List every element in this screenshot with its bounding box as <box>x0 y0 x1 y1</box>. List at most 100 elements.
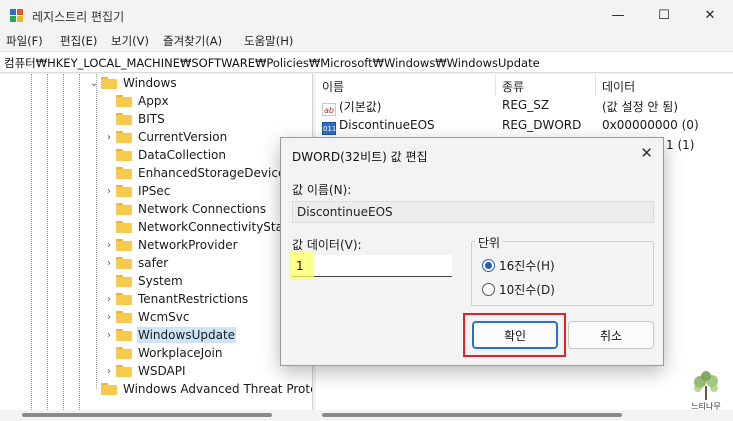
chevron-right-icon[interactable]: › <box>102 330 116 341</box>
tree-item-label: NetworkConnectivityStatus <box>138 220 302 234</box>
chevron-right-icon[interactable]: › <box>102 132 116 143</box>
value-type: REG_DWORD <box>502 118 582 132</box>
list-item[interactable]: 011 DiscontinueEOS REG_DWORD 0x00000000 (… <box>316 117 733 135</box>
tree-item-label: EnhancedStorageDevices <box>138 166 292 180</box>
folder-icon <box>101 77 117 89</box>
tree-guide-line <box>96 74 97 389</box>
scrollbar-thumb[interactable] <box>22 413 272 417</box>
column-header-data[interactable]: 데이터 <box>596 74 733 96</box>
tree-item-label: WorkplaceJoin <box>138 346 223 360</box>
tree-item-tenantrestrictions[interactable]: › TenantRestrictions <box>102 290 249 308</box>
chevron-right-icon[interactable]: › <box>102 366 116 377</box>
maximize-button[interactable]: ☐ <box>641 0 687 31</box>
edit-dword-dialog[interactable]: DWORD(32비트) 값 편집 ✕ 값 이름(N): DiscontinueE… <box>280 137 664 366</box>
address-bar[interactable]: 컴퓨터₩HKEY_LOCAL_MACHINE₩SOFTWARE₩Policies… <box>0 51 733 73</box>
tree-horizontal-scrollbar[interactable] <box>0 410 313 421</box>
tree-item-datacollection[interactable]: DataCollection <box>102 146 227 164</box>
tree-item-networkprovider[interactable]: › NetworkProvider <box>102 236 239 254</box>
scrollbar-thumb[interactable] <box>322 413 622 417</box>
menu-favorites[interactable]: 즐겨찾기(A) <box>163 33 222 49</box>
folder-icon <box>116 275 132 287</box>
dialog-title: DWORD(32비트) 값 편집 <box>292 150 428 164</box>
minimize-button[interactable]: — <box>595 0 641 31</box>
tree-item-label: WcmSvc <box>138 310 190 324</box>
tree-item-windows[interactable]: ⌄ Windows <box>87 74 178 92</box>
chevron-down-icon[interactable]: ⌄ <box>87 78 101 89</box>
tree-item-appx[interactable]: Appx <box>102 92 170 110</box>
radio-checked-icon[interactable] <box>482 259 495 272</box>
folder-icon <box>116 149 132 161</box>
close-button[interactable]: ✕ <box>687 0 733 31</box>
value-name: (기본값) <box>339 100 382 114</box>
column-header-name[interactable]: 이름 <box>316 74 496 96</box>
tree-item-windowsupdate[interactable]: › WindowsUpdate <box>102 326 237 344</box>
column-header-type[interactable]: 종류 <box>496 74 596 96</box>
tree-item-label: NetworkProvider <box>138 238 238 252</box>
tree-item-label: Network Connections <box>138 202 267 216</box>
watermark-text: 느티나무 <box>691 402 720 411</box>
tree-item-label: IPSec <box>138 184 171 198</box>
value-data-partial: 1 (1) <box>666 138 695 152</box>
folder-open-icon <box>116 329 132 341</box>
tree-item-label: BITS <box>138 112 165 126</box>
address-path: 컴퓨터₩HKEY_LOCAL_MACHINE₩SOFTWARE₩Policies… <box>4 56 540 70</box>
tree-item-label: WSDAPI <box>138 364 186 378</box>
tree-guide-line <box>79 74 80 410</box>
tree-item-ipsec[interactable]: › IPSec <box>102 182 171 200</box>
tree-item-workplacejoin[interactable]: WorkplaceJoin <box>102 344 224 362</box>
cancel-button[interactable]: 취소 <box>568 321 654 349</box>
tree-item-bits[interactable]: BITS <box>102 110 166 128</box>
tree-item-label: DataCollection <box>138 148 227 162</box>
tree-item-networkconnectivitystatus[interactable]: NetworkConnectivityStatus <box>102 218 303 236</box>
tree-item-system[interactable]: System <box>102 272 184 290</box>
radio-unchecked-icon[interactable] <box>482 283 495 296</box>
value-name-label: 값 이름(N): <box>292 183 352 197</box>
folder-icon <box>116 221 132 233</box>
tree-item-currentversion[interactable]: › CurrentVersion <box>102 128 228 146</box>
menu-view[interactable]: 보기(V) <box>111 33 149 49</box>
folder-icon <box>116 185 132 197</box>
list-item[interactable]: ab (기본값) REG_SZ (값 설정 안 됨) <box>316 97 733 116</box>
folder-icon <box>101 383 117 395</box>
key-tree-pane[interactable]: ⌄ Windows Appx BITS › CurrentVersion Dat… <box>0 74 313 410</box>
folder-icon <box>116 167 132 179</box>
base-group-title: 단위 <box>475 234 504 251</box>
tree-guide-line <box>47 74 48 410</box>
folder-icon <box>116 293 132 305</box>
menu-bar: 파일(F) 편집(E) 보기(V) 즐겨찾기(A) 도움말(H) <box>0 31 733 51</box>
value-type: REG_SZ <box>502 98 550 112</box>
tree-item-label: CurrentVersion <box>138 130 228 144</box>
chevron-right-icon[interactable]: › <box>102 258 116 269</box>
tree-watermark-logo: 느티나무 <box>691 371 721 411</box>
folder-icon <box>116 239 132 251</box>
tree-item-label: Appx <box>138 94 169 108</box>
folder-icon <box>116 95 132 107</box>
radio-hexadecimal[interactable]: 16진수(H) <box>482 257 555 274</box>
folder-icon <box>116 257 132 269</box>
chevron-right-icon[interactable]: › <box>102 240 116 251</box>
tree-item-wsdapi[interactable]: › WSDAPI <box>102 362 187 380</box>
menu-file[interactable]: 파일(F) <box>6 33 43 49</box>
value-data-input[interactable] <box>292 255 452 277</box>
menu-edit[interactable]: 편집(E) <box>60 33 97 49</box>
chevron-right-icon[interactable]: › <box>102 186 116 197</box>
tree-item-wcmsvc[interactable]: › WcmSvc <box>102 308 190 326</box>
ok-button[interactable]: 확인 <box>472 321 558 349</box>
tree-item-safer[interactable]: › safer <box>102 254 169 272</box>
list-horizontal-scrollbar[interactable] <box>316 410 733 421</box>
radio-label: 10진수(D) <box>499 283 555 297</box>
value-name-cell: ab (기본값) <box>322 98 381 116</box>
tree-item-enhancedstoragedevices[interactable]: EnhancedStorageDevices <box>102 164 293 182</box>
registry-editor-icon <box>10 9 24 23</box>
tree-guide-line <box>31 74 32 410</box>
value-data: 0x00000000 (0) <box>602 118 699 132</box>
tree-item-network-connections[interactable]: Network Connections <box>102 200 267 218</box>
tree-item-windows-advanced-threat-protection[interactable]: Windows Advanced Threat Prote <box>87 380 312 398</box>
dialog-close-button[interactable]: ✕ <box>640 144 653 162</box>
menu-help[interactable]: 도움말(H) <box>244 33 293 49</box>
folder-icon <box>116 311 132 323</box>
radio-decimal[interactable]: 10진수(D) <box>482 281 555 298</box>
value-data-text: 1 <box>296 259 304 273</box>
chevron-right-icon[interactable]: › <box>102 294 116 305</box>
chevron-right-icon[interactable]: › <box>102 312 116 323</box>
